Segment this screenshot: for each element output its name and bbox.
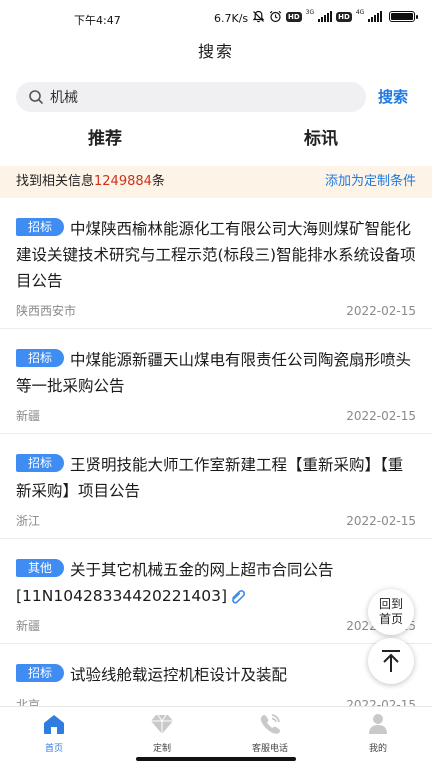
tab-recommend[interactable]: 推荐 [88, 124, 122, 149]
item-title[interactable]: 招标 王贤明技能大师工作室新建工程【重新采购】【重新采购】项目公告 [16, 452, 416, 504]
home-icon [44, 715, 64, 734]
alarm-icon [269, 10, 282, 23]
list-item[interactable]: 招标 中煤能源新疆天山煤电有限责任公司陶瓷扇形喷头等一批采购公告 新疆 2022-0… [0, 329, 432, 434]
back-home-line2: 首页 [378, 612, 403, 626]
attachment-icon [232, 590, 246, 604]
item-meta: 新疆2022-02-15 [16, 609, 416, 643]
item-region: 新疆 [16, 619, 41, 633]
tab-bar: 推荐 标讯 [0, 124, 432, 154]
search-box[interactable] [16, 82, 366, 112]
scroll-to-top-button[interactable] [368, 638, 414, 684]
signal-icon [318, 11, 333, 22]
item-region: 新疆 [16, 409, 41, 423]
result-count: 1249884 [94, 174, 152, 189]
item-badge: 招标 [16, 218, 65, 236]
item-badge: 其他 [16, 559, 65, 577]
status-icons: HD 3G HD 4G [252, 9, 419, 23]
nav-custom[interactable]: 定制 [132, 713, 192, 754]
hd-badge: HD [286, 11, 302, 22]
battery-icon [389, 11, 419, 22]
item-date: 2022-02-15 [346, 514, 416, 528]
result-count-text: 找到相关信息1249884条 [16, 174, 165, 189]
item-region: 陕西西安市 [16, 304, 77, 318]
list-item[interactable]: 招标 王贤明技能大师工作室新建工程【重新采购】【重新采购】项目公告 浙江 2022-… [0, 434, 432, 539]
network-type-2: 4G [355, 9, 365, 16]
nav-service-phone[interactable]: 客服电话 [240, 713, 300, 754]
search-input[interactable] [50, 89, 350, 105]
item-badge: 招标 [16, 349, 65, 367]
item-date: 2022-02-15 [346, 304, 416, 318]
item-badge: 招标 [16, 664, 65, 682]
phone-icon [260, 714, 280, 734]
mute-bell-icon [252, 10, 265, 23]
nav-home-label: 首页 [44, 744, 63, 754]
nav-home[interactable]: 首页 [24, 713, 84, 754]
tab-bidding-news[interactable]: 标讯 [304, 124, 338, 149]
item-meta: 浙江 2022-02-15 [16, 504, 416, 538]
status-time: 下午4:47 [74, 14, 121, 27]
signal-icon-2 [368, 11, 383, 22]
nav-service-phone-label: 客服电话 [251, 744, 288, 754]
back-home-line1: 回到 [378, 597, 403, 611]
item-meta: 新疆 2022-02-15 [16, 399, 416, 433]
network-type-1: 3G [305, 9, 315, 16]
result-info-bar: 找到相关信息1249884条 添加为定制条件 [0, 166, 432, 198]
page-title: 搜索 [197, 42, 234, 61]
item-title[interactable]: 招标 中煤陕西榆林能源化工有限公司大海则煤矿智能化建设关键技术研究与工程示范(标段… [16, 216, 416, 294]
item-title[interactable]: 其他 关于其它机械五金的网上超市合同公告[11N10428334420221403… [16, 557, 416, 609]
back-to-home-button[interactable]: 回到 首页 [368, 589, 414, 635]
nav-mine[interactable]: 我的 [348, 713, 408, 754]
list-item[interactable]: 招标 中煤陕西榆林能源化工有限公司大海则煤矿智能化建设关键技术研究与工程示范(标段… [0, 198, 432, 329]
search-button[interactable]: 搜索 [378, 86, 408, 107]
item-meta: 陕西西安市 2022-02-15 [16, 294, 416, 328]
home-indicator[interactable] [136, 757, 296, 761]
bottom-nav: 首页 定制 客服电话 我的 [0, 706, 432, 754]
item-title[interactable]: 招标 试验线舱载运控机柜设计及装配 [16, 662, 416, 688]
arrow-up-icon [382, 650, 400, 672]
add-custom-condition-link[interactable]: 添加为定制条件 [325, 166, 416, 198]
network-speed: 6.7K/s [214, 12, 249, 25]
nav-custom-label: 定制 [152, 744, 171, 754]
item-region: 浙江 [16, 514, 41, 528]
item-badge: 招标 [16, 454, 65, 472]
search-row: 搜索 [0, 82, 432, 112]
hd-badge-2: HD [336, 11, 352, 22]
status-bar: 下午4:47 6.7K/s HD 3G HD 4G [0, 0, 432, 34]
user-icon [369, 714, 387, 734]
diamond-icon [151, 714, 173, 734]
item-date: 2022-02-15 [346, 409, 416, 423]
list-item[interactable]: 其他 关于其它机械五金的网上超市合同公告[11N10428334420221403… [0, 539, 432, 644]
item-title[interactable]: 招标 中煤能源新疆天山煤电有限责任公司陶瓷扇形喷头等一批采购公告 [16, 347, 416, 399]
nav-mine-label: 我的 [368, 744, 387, 754]
search-icon [29, 90, 43, 104]
